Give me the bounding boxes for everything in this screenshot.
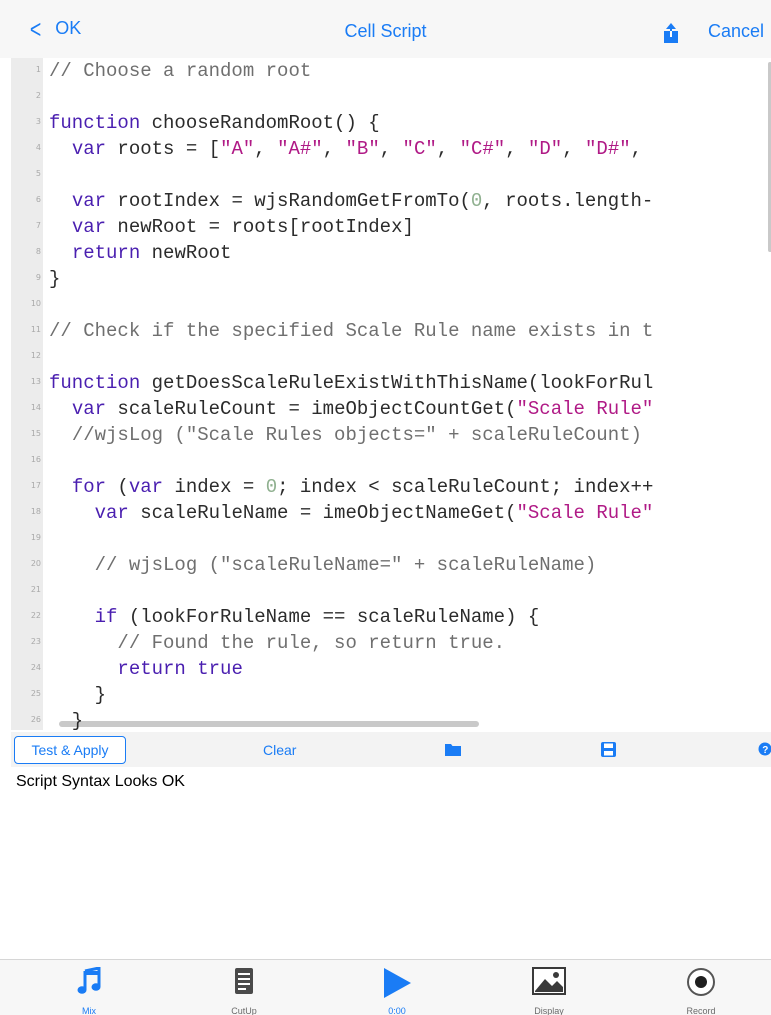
image-icon [532, 967, 566, 995]
line-number: 7 [13, 221, 41, 230]
code-text: var newRoot = roots[rootIndex] [49, 215, 414, 239]
line-number: 18 [13, 507, 41, 516]
line-number: 14 [13, 403, 41, 412]
line-number: 1 [13, 65, 41, 74]
script-output-panel: Script Syntax Looks OK [11, 767, 771, 959]
help-icon[interactable]: ? [758, 742, 771, 756]
line-number: 8 [13, 247, 41, 256]
record-icon [686, 967, 716, 997]
code-line[interactable]: 21 [11, 578, 771, 604]
code-text: if (lookForRuleName == scaleRuleName) { [49, 605, 539, 629]
code-line[interactable]: 4 var roots = ["A", "A#", "B", "C", "C#"… [11, 136, 771, 162]
line-number: 15 [13, 429, 41, 438]
syntax-status-text: Script Syntax Looks OK [16, 773, 185, 791]
tab-record[interactable]: Record [646, 960, 756, 1015]
code-text: } [49, 683, 106, 707]
code-text: return newRoot [49, 241, 231, 265]
tab-mix[interactable]: Mix [34, 960, 144, 1015]
document-icon [234, 967, 254, 995]
line-number: 10 [13, 299, 41, 308]
cancel-button[interactable]: Cancel [708, 21, 764, 42]
code-text: var rootIndex = wjsRandomGetFromTo(0, ro… [49, 189, 653, 213]
code-line[interactable]: 8 return newRoot [11, 240, 771, 266]
line-number: 6 [13, 195, 41, 204]
svg-text:?: ? [762, 745, 768, 756]
code-line[interactable]: 15 //wjsLog ("Scale Rules objects=" + sc… [11, 422, 771, 448]
code-line[interactable]: 13 function getDoesScaleRuleExistWithThis… [11, 370, 771, 396]
code-line[interactable]: 25 } [11, 682, 771, 708]
code-text: } [49, 267, 60, 291]
bottom-tab-bar: Mix CutUp 0:00 Display Record [0, 959, 771, 1015]
code-text: for (var index = 0; index < scaleRuleCou… [49, 475, 653, 499]
line-number: 11 [13, 325, 41, 334]
line-number: 24 [13, 663, 41, 672]
line-number: 5 [13, 169, 41, 178]
code-text: var scaleRuleCount = imeObjectCountGet("… [49, 397, 653, 421]
line-number: 22 [13, 611, 41, 620]
chevron-left-icon: < [30, 19, 41, 39]
code-line[interactable]: 22 if (lookForRuleName == scaleRuleName)… [11, 604, 771, 630]
ok-label: OK [55, 18, 81, 39]
code-line[interactable]: 14 var scaleRuleCount = imeObjectCountGe… [11, 396, 771, 422]
line-number: 26 [13, 715, 41, 724]
code-line[interactable]: 26 } [11, 708, 771, 730]
code-line[interactable]: 23 // Found the rule, so return true. [11, 630, 771, 656]
code-line[interactable]: 2 [11, 84, 771, 110]
code-line[interactable]: 20 // wjsLog ("scaleRuleName=" + scaleRu… [11, 552, 771, 578]
code-text: return true [49, 657, 243, 681]
code-line[interactable]: 12 [11, 344, 771, 370]
line-number: 19 [13, 533, 41, 542]
line-number: 12 [13, 351, 41, 360]
tab-cutup[interactable]: CutUp [189, 960, 299, 1015]
code-line[interactable]: 9} [11, 266, 771, 292]
tab-display[interactable]: Display [494, 960, 604, 1015]
folder-icon[interactable] [445, 743, 461, 756]
code-line[interactable]: 18 var scaleRuleName = imeObjectNameGet(… [11, 500, 771, 526]
code-text: // Found the rule, so return true. [49, 631, 505, 655]
code-text: function chooseRandomRoot() { [49, 111, 380, 135]
code-text: } [49, 709, 83, 730]
line-number: 21 [13, 585, 41, 594]
play-icon [382, 967, 412, 999]
code-line[interactable]: 1 // Choose a random root [11, 58, 771, 84]
code-line[interactable]: 19 [11, 526, 771, 552]
code-line[interactable]: 17 for (var index = 0; index < scaleRule… [11, 474, 771, 500]
ok-back-button[interactable]: < OK [28, 18, 81, 39]
clear-button[interactable]: Clear [263, 742, 296, 758]
code-line[interactable]: 24 return true [11, 656, 771, 682]
line-number: 2 [13, 91, 41, 100]
code-text: var roots = ["A", "A#", "B", "C", "C#", … [49, 137, 642, 161]
line-number: 13 [13, 377, 41, 386]
save-icon[interactable] [601, 742, 616, 757]
code-line[interactable]: 6 var rootIndex = wjsRandomGetFromTo(0, … [11, 188, 771, 214]
line-number: 3 [13, 117, 41, 126]
code-text: function getDoesScaleRuleExistWithThisNa… [49, 371, 653, 395]
line-number: 23 [13, 637, 41, 646]
code-editor[interactable]: 1// Choose a random root23function choos… [11, 58, 771, 730]
code-text: // Check if the specified Scale Rule nam… [49, 319, 653, 343]
code-text: var scaleRuleName = imeObjectNameGet("Sc… [49, 501, 653, 525]
line-number: 25 [13, 689, 41, 698]
music-note-icon [77, 967, 101, 995]
code-text: // Choose a random root [49, 59, 311, 83]
code-line[interactable]: 11 // Check if the specified Scale Rule n… [11, 318, 771, 344]
code-text: //wjsLog ("Scale Rules objects=" + scale… [49, 423, 642, 447]
test-apply-button[interactable]: Test & Apply [14, 736, 126, 764]
code-line[interactable]: 5 [11, 162, 771, 188]
navigation-bar: < OK Cell Script Cancel [0, 0, 771, 58]
script-action-bar: Test & Apply Clear ? [11, 732, 771, 767]
code-line[interactable]: 3 function chooseRandomRoot() { [11, 110, 771, 136]
code-line[interactable]: 10 [11, 292, 771, 318]
line-number: 9 [13, 273, 41, 282]
code-line[interactable]: 7 var newRoot = roots[rootIndex] [11, 214, 771, 240]
line-number: 16 [13, 455, 41, 464]
share-icon[interactable] [662, 22, 680, 44]
line-number: 4 [13, 143, 41, 152]
line-number: 20 [13, 559, 41, 568]
code-text: // wjsLog ("scaleRuleName=" + scaleRuleN… [49, 553, 596, 577]
tab-play[interactable]: 0:00 [342, 960, 452, 1015]
page-title: Cell Script [0, 21, 771, 42]
line-number: 17 [13, 481, 41, 490]
code-line[interactable]: 16 [11, 448, 771, 474]
